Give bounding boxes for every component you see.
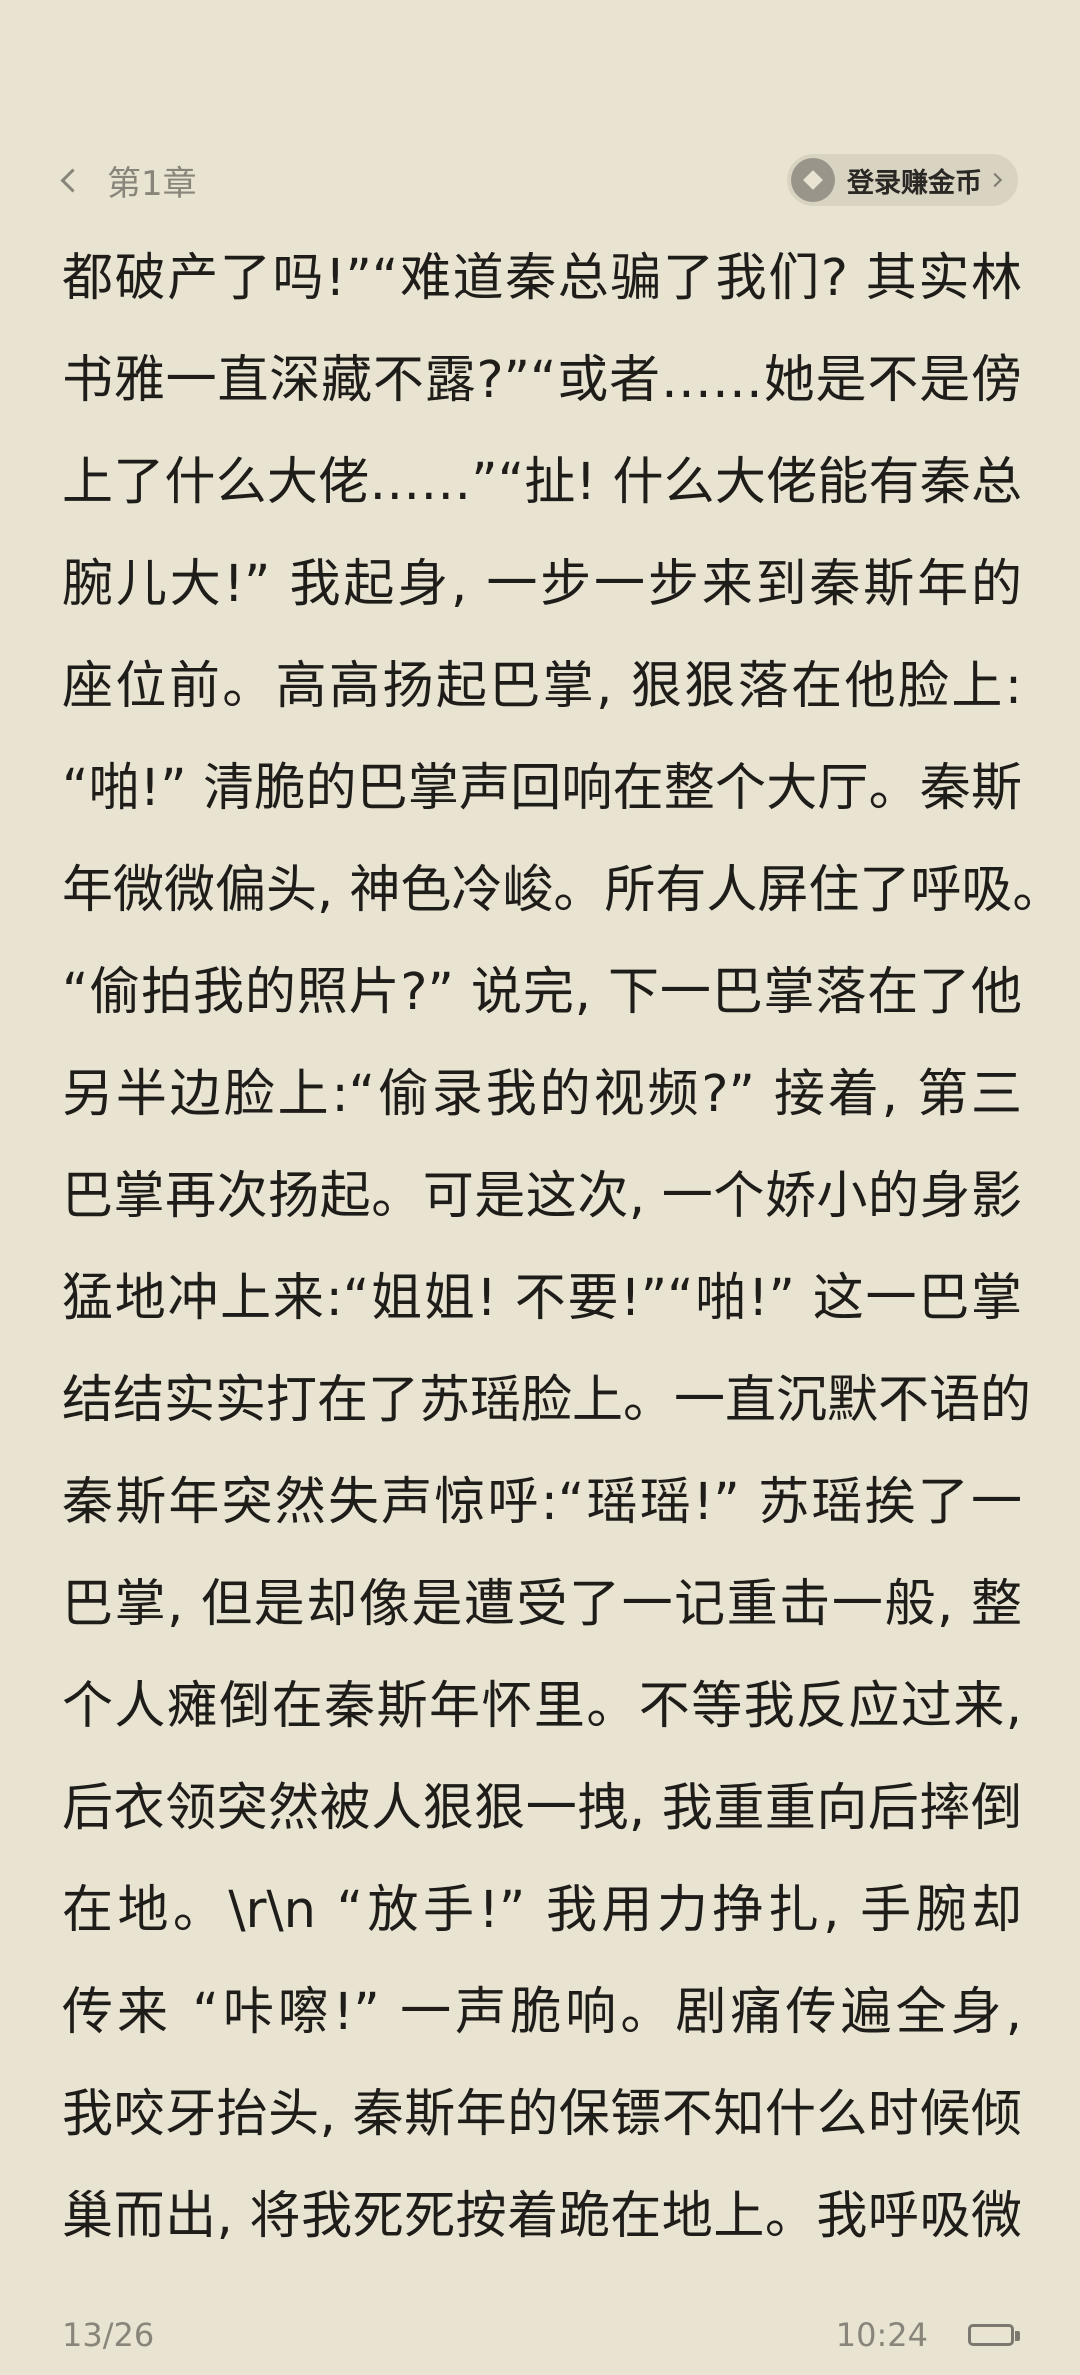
reader-header: 第1章 登录赚金币 xyxy=(0,150,1080,210)
clock: 10:24 xyxy=(835,2316,928,2354)
text-line: 都破产了吗!”“难道秦总骗了我们? 其实林 xyxy=(62,249,1022,308)
text-line: 我咬牙抬头, 秦斯年的保镖不知什么时候倾 xyxy=(62,2085,1022,2144)
reader-footer: 13/26 10:24 xyxy=(0,2310,1080,2360)
text-line: 巴掌再次扬起。可是这次, 一个娇小的身影 xyxy=(62,1167,1022,1226)
login-earn-coins-button[interactable]: 登录赚金币 xyxy=(787,154,1018,206)
text-line: 书雅一直深藏不露?”“或者……她是不是傍 xyxy=(62,351,1022,410)
text-line: 上了什么大佬……”“扯! 什么大佬能有秦总 xyxy=(62,453,1022,512)
text-line: 在地。\r\n “放手!” 我用力挣扎, 手腕却 xyxy=(62,1881,1022,1940)
text-line: 腕儿大!” 我起身, 一步一步来到秦斯年的 xyxy=(62,555,1022,614)
text-line: 巢而出, 将我死死按着跪在地上。我呼吸微 xyxy=(62,2187,1022,2246)
text-line: 传来 “咔嚓!” 一声脆响。剧痛传遍全身, xyxy=(62,1983,1022,2042)
text-line: 后衣领突然被人狠狠一拽, 我重重向后摔倒 xyxy=(62,1779,1022,1838)
text-line: 秦斯年突然失声惊呼:“瑶瑶!” 苏瑶挨了一 xyxy=(62,1473,1022,1532)
text-line: 结结实实打在了苏瑶脸上。一直沉默不语的 xyxy=(62,1371,1032,1430)
text-line: 个人瘫倒在秦斯年怀里。不等我反应过来, xyxy=(62,1677,1022,1736)
text-line: 猛地冲上来:“姐姐! 不要!”“啪!” 这一巴掌 xyxy=(62,1269,1022,1328)
coin-diamond-shape xyxy=(803,170,823,190)
chapter-title: 第1章 xyxy=(107,163,197,204)
chevron-right-icon xyxy=(987,172,1003,188)
coin-button-label: 登录赚金币 xyxy=(847,167,982,199)
text-line: 年微微偏头, 神色冷峻。所有人屏住了呼吸。 xyxy=(62,861,1064,920)
back-button[interactable]: 第1章 xyxy=(58,156,197,204)
battery-cap xyxy=(1015,2331,1020,2341)
chevron-left-icon xyxy=(60,167,85,193)
coin-icon xyxy=(791,158,835,202)
text-line: 座位前。高高扬起巴掌, 狠狠落在他脸上: xyxy=(62,657,1022,716)
reader-content[interactable]: 都破产了吗!”“难道秦总骗了我们? 其实林 书雅一直深藏不露?”“或者……她是不是… xyxy=(62,228,1064,2268)
text-line: 巴掌, 但是却像是遭受了一记重击一般, 整 xyxy=(62,1575,1022,1634)
battery-icon xyxy=(968,2324,1014,2346)
text-line: 另半边脸上:“偷录我的视频?” 接着, 第三 xyxy=(62,1065,1022,1124)
text-line: “偷拍我的照片?” 说完, 下一巴掌落在了他 xyxy=(62,963,1022,1022)
page-indicator: 13/26 xyxy=(62,2316,155,2354)
text-line: “啪!” 清脆的巴掌声回响在整个大厅。秦斯 xyxy=(62,759,1022,818)
